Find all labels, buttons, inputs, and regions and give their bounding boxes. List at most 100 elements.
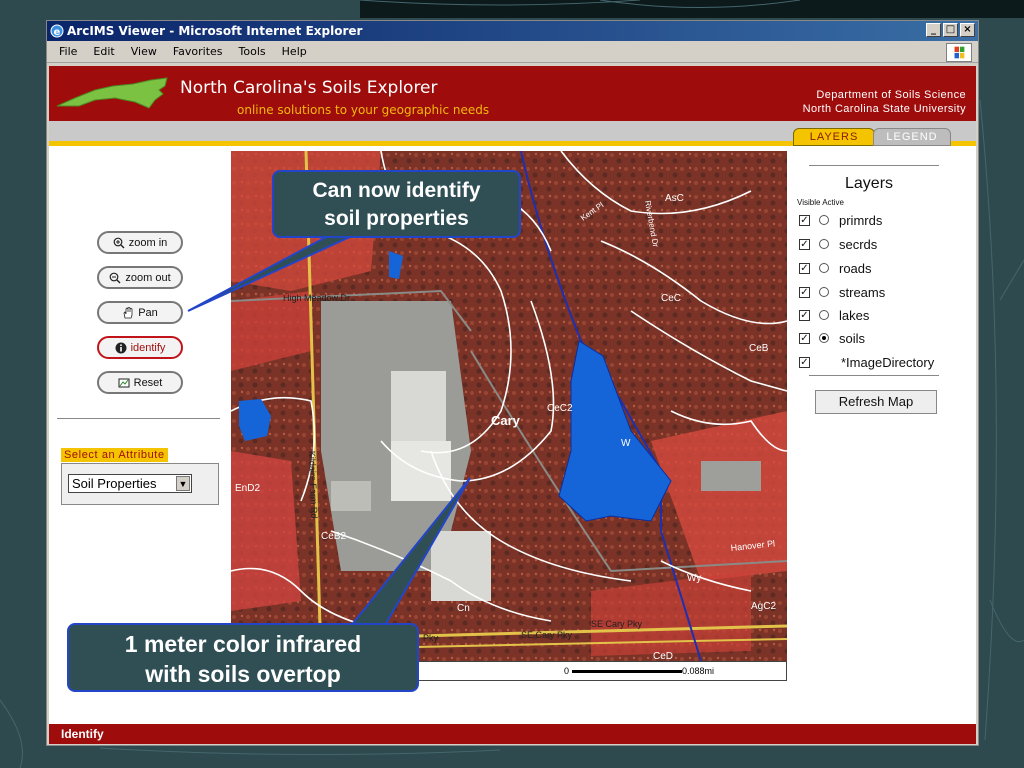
- panel-divider: [57, 418, 220, 419]
- layer-row-lakes: ✓ lakes: [799, 306, 869, 324]
- map-label-se-cary-1: SE Cary Pky: [591, 619, 643, 629]
- soil-label-ceb: CeB: [749, 343, 769, 354]
- layer-visible-checkbox[interactable]: ✓: [799, 238, 810, 250]
- info-icon: [115, 342, 127, 353]
- minimize-button[interactable]: _: [926, 23, 941, 37]
- tab-bar: LAYERS LEGEND: [49, 121, 976, 146]
- layers-title: Layers: [845, 175, 894, 192]
- scale-end: 0.088mi: [682, 666, 715, 676]
- status-bar: Identify: [49, 724, 976, 744]
- map-label-cary: Cary: [491, 413, 521, 428]
- soil-label-ced: CeD: [653, 651, 673, 661]
- menu-bar: File Edit View Favorites Tools Help: [47, 41, 978, 63]
- layer-name: roads: [839, 260, 872, 276]
- menu-view[interactable]: View: [123, 45, 165, 58]
- window-titlebar: e ArcIMS Viewer - Microsoft Internet Exp…: [47, 21, 978, 41]
- soil-label-cec2: CeC2: [547, 403, 573, 414]
- callout-infrared-line2: with soils overtop: [145, 661, 341, 687]
- maximize-button[interactable]: □: [943, 23, 958, 37]
- zoom-out-label: zoom out: [125, 271, 171, 284]
- callout-identify-line2: soil properties: [324, 207, 469, 230]
- layer-active-radio[interactable]: [819, 215, 829, 225]
- layer-visible-checkbox[interactable]: ✓: [799, 286, 810, 298]
- map-label-se-cary-2: SE Cary Pky: [521, 630, 573, 640]
- callout-infrared: 1 meter color infrared with soils overto…: [67, 623, 419, 692]
- zoom-in-label: zoom in: [128, 236, 168, 249]
- layer-active-radio[interactable]: [819, 333, 829, 343]
- menu-tools[interactable]: Tools: [231, 45, 274, 58]
- department-name: Department of Soils Science: [816, 89, 966, 101]
- layer-active-radio[interactable]: [819, 310, 829, 320]
- attribute-box: Soil Properties ▼: [61, 463, 219, 505]
- map-reset-icon: [118, 378, 130, 387]
- menu-edit[interactable]: Edit: [85, 45, 122, 58]
- menu-help[interactable]: Help: [274, 45, 315, 58]
- soil-label-agc2: AgC2: [751, 601, 776, 612]
- department-info: Department of Soils Science North Caroli…: [803, 88, 966, 116]
- layer-row-streams: ✓ streams: [799, 283, 885, 301]
- layer-name: lakes: [839, 307, 870, 323]
- site-title: North Carolina's Soils Explorer: [180, 78, 438, 98]
- attribute-heading: Select an Attribute: [61, 448, 168, 462]
- soil-label-end2: EnD2: [235, 483, 260, 494]
- svg-text:e: e: [54, 27, 61, 38]
- close-button[interactable]: ×: [960, 23, 975, 37]
- layer-active-radio[interactable]: [819, 263, 829, 273]
- zoom-out-button[interactable]: zoom out: [97, 266, 183, 289]
- reset-label: Reset: [133, 376, 163, 389]
- tab-layers[interactable]: LAYERS: [793, 128, 875, 146]
- layer-name: secrds: [839, 236, 878, 252]
- visible-active-header: Visible Active: [797, 198, 844, 207]
- north-carolina-map-logo: [56, 77, 168, 109]
- refresh-map-button[interactable]: Refresh Map: [815, 390, 937, 414]
- layer-visible-checkbox[interactable]: ✓: [799, 356, 810, 368]
- layer-visible-checkbox[interactable]: ✓: [799, 309, 810, 321]
- callout-identify-line1: Can now identify: [312, 179, 481, 202]
- layer-active-radio[interactable]: [819, 239, 829, 249]
- layer-row-soils: ✓ soils: [799, 329, 865, 347]
- layers-panel: Layers Visible Active ✓ primrds ✓ secrds…: [795, 151, 965, 451]
- layers-bottom-divider: [809, 375, 939, 376]
- magnifier-plus-icon: [113, 237, 125, 248]
- identify-label: identify: [130, 341, 166, 354]
- scale-start: 0: [564, 666, 570, 676]
- windows-logo-icon: [946, 43, 972, 62]
- layer-name: streams: [839, 284, 886, 300]
- soil-label-wy: Wy: [687, 573, 701, 584]
- layer-visible-checkbox[interactable]: ✓: [799, 214, 810, 226]
- map-label-pky: Pky: [423, 633, 439, 643]
- site-tagline: online solutions to your geographic need…: [237, 103, 490, 117]
- hand-icon: [123, 306, 133, 318]
- layer-name: *ImageDirectory: [841, 354, 935, 370]
- window-title: ArcIMS Viewer - Microsoft Internet Explo…: [67, 24, 363, 38]
- attribute-selected-value: Soil Properties: [72, 476, 157, 491]
- identify-button[interactable]: identify: [97, 336, 183, 359]
- pan-label: Pan: [138, 306, 158, 319]
- menu-file[interactable]: File: [51, 45, 85, 58]
- soil-label-ceb2: CeB2: [321, 531, 346, 542]
- pan-button[interactable]: Pan: [97, 301, 183, 324]
- scale-line: [572, 670, 682, 673]
- soil-label-w: W: [621, 438, 631, 449]
- layer-row-roads: ✓ roads: [799, 259, 872, 277]
- layer-name: primrds: [839, 212, 883, 228]
- soil-label-asc: AsC: [665, 193, 684, 204]
- layer-visible-checkbox[interactable]: ✓: [799, 262, 810, 274]
- tab-legend[interactable]: LEGEND: [873, 128, 951, 146]
- layer-active-radio[interactable]: [819, 287, 829, 297]
- attribute-select[interactable]: Soil Properties ▼: [68, 474, 192, 493]
- layer-name: soils: [839, 330, 866, 346]
- menu-favorites[interactable]: Favorites: [165, 45, 231, 58]
- soil-label-cn: Cn: [457, 603, 470, 614]
- map-label-high-meadow: High Meadow Dr: [283, 293, 350, 303]
- reset-button[interactable]: Reset: [97, 371, 183, 394]
- zoom-in-button[interactable]: zoom in: [97, 231, 183, 254]
- university-name: North Carolina State University: [802, 103, 966, 115]
- layer-visible-checkbox[interactable]: ✓: [799, 332, 810, 344]
- layer-row-primrds: ✓ primrds: [799, 211, 882, 229]
- soil-label-cec: CeC: [661, 293, 681, 304]
- layers-top-divider: [809, 165, 939, 166]
- magnifier-minus-icon: [109, 272, 121, 283]
- dropdown-arrow-icon[interactable]: ▼: [176, 476, 190, 491]
- layer-row-secrds: ✓ secrds: [799, 235, 877, 253]
